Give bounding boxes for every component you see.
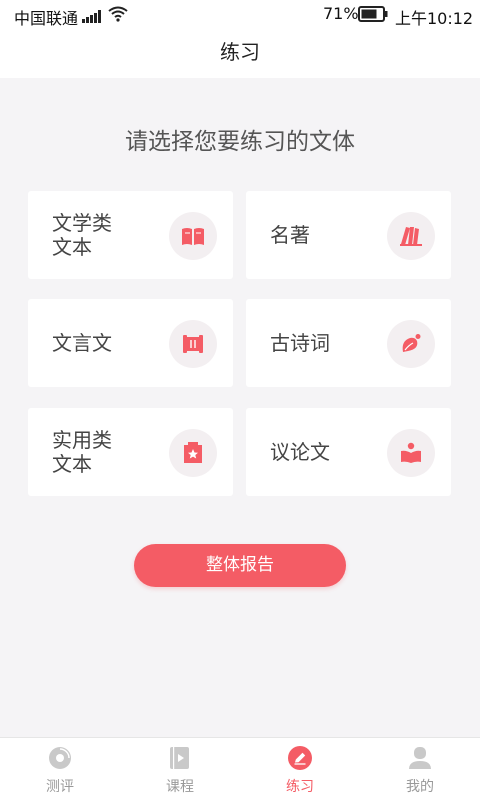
- genre-card-practical[interactable]: 实用类 文本: [28, 408, 233, 496]
- disc-icon: [48, 746, 72, 770]
- overall-report-button[interactable]: 整体报告: [134, 544, 346, 587]
- genre-label: 名著: [270, 223, 310, 247]
- genre-card-poetry[interactable]: 古诗词: [246, 299, 451, 387]
- bottom-tab-bar: 测评 课程 练习 我的: [0, 737, 480, 801]
- genre-prompt: 请选择您要练习的文体: [125, 129, 355, 155]
- genre-label: 文学类 文本: [52, 211, 112, 259]
- leaf-icon: [387, 320, 435, 368]
- genre-label: 文言文: [52, 331, 112, 355]
- star-folder-icon: [169, 429, 217, 477]
- tab-label: 练习: [286, 779, 314, 795]
- genre-card-literary[interactable]: 文学类 文本: [28, 191, 233, 279]
- genre-card-classical-chinese[interactable]: 文言文: [28, 299, 233, 387]
- genre-label: 实用类 文本: [52, 428, 112, 476]
- battery-percent: 71%: [323, 4, 359, 23]
- battery-icon: [358, 6, 388, 26]
- tab-practice[interactable]: 练习: [240, 738, 360, 801]
- pencil-circle-icon: [288, 746, 312, 770]
- genre-label: 议论文: [270, 440, 330, 464]
- clock: 上午10:12: [395, 9, 474, 28]
- tab-courses[interactable]: 课程: [120, 738, 240, 801]
- wifi-icon: [108, 6, 128, 26]
- genre-card-classics[interactable]: 名著: [246, 191, 451, 279]
- open-book-icon: [169, 212, 217, 260]
- tab-label: 我的: [406, 779, 434, 795]
- reader-icon: [387, 429, 435, 477]
- tab-assessment[interactable]: 测评: [0, 738, 120, 801]
- carrier-name: 中国联通: [14, 9, 79, 28]
- tab-label: 课程: [166, 779, 194, 795]
- nav-bar: 练习: [0, 30, 480, 78]
- tab-mine[interactable]: 我的: [360, 738, 480, 801]
- scroll-icon: [169, 320, 217, 368]
- genre-card-argumentative[interactable]: 议论文: [246, 408, 451, 496]
- tab-label: 测评: [46, 779, 74, 795]
- video-book-icon: [168, 746, 192, 770]
- user-icon: [408, 746, 432, 770]
- signal-icon: [82, 8, 102, 27]
- genre-label: 古诗词: [270, 331, 330, 355]
- page-title: 练习: [220, 40, 260, 64]
- stacked-books-icon: [387, 212, 435, 260]
- status-bar: 中国联通 71% 上午10:12: [0, 0, 480, 30]
